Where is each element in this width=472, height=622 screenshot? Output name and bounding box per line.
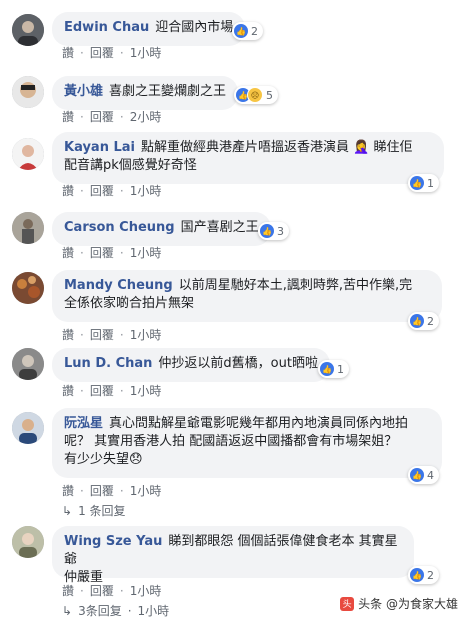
comment-actions: 讚 · 回覆 · 1小時 [62,326,162,343]
comment-author[interactable]: Kayan Lai [64,140,135,155]
like-button[interactable]: 讚 [62,44,74,61]
comment-author[interactable]: Carson Cheung [64,220,175,235]
avatar[interactable] [12,212,44,244]
comment-time[interactable]: 1小時 [130,326,162,343]
avatar[interactable] [12,526,44,558]
reply-time[interactable]: 1小時 [138,602,170,619]
like-reaction-icon: 👍 [320,362,334,376]
comment-text: 国产喜剧之王 [180,220,259,235]
reply-button[interactable]: 回覆 [90,326,114,343]
avatar[interactable] [12,14,44,46]
reaction-count[interactable]: 👍 1 [408,174,439,192]
reply-button[interactable]: 回覆 [90,244,114,261]
comment-bubble: Edwin Chau 迎合國內市場 [52,12,246,46]
reply-button[interactable]: 回覆 [90,582,114,599]
reaction-count[interactable]: 👍 1 [318,360,349,378]
comment-author[interactable]: 黃小雄 [64,84,103,99]
sad-reaction-icon: ☹ [247,87,263,103]
comment-text-line3: 有少少失望😞 [64,452,143,467]
watermark: 头 头条 @为食家大雄 [340,595,458,612]
comment-time[interactable]: 1小時 [130,44,162,61]
comment-text-line2: 呢？ 其實用香港人拍 配國語返返中國播都會有市場架姐？ [64,434,398,449]
comment-time[interactable]: 1小時 [130,182,162,199]
reply-arrow-icon: ↳ [62,503,73,518]
comment-text: 仲抄返以前d舊橋，out晒啦 [158,356,318,371]
view-replies-link[interactable]: ↳ 3条回复 · 1小時 [62,602,169,619]
comment-author[interactable]: 阮泓星 [64,416,103,431]
comment-actions: 讚 · 回覆 · 2小時 [62,108,162,125]
reply-count[interactable]: 3条回复 [78,602,122,619]
comment-text: 以前周星馳好本土,諷刺時弊,苦中作樂,完 [178,278,413,293]
comment-bubble: 黃小雄 喜劇之王變爛劇之王 [52,76,239,110]
like-reaction-icon: 👍 [410,468,424,482]
comment-author[interactable]: Edwin Chau [64,20,149,35]
like-reaction-icon: 👍 [260,224,274,238]
comment-time[interactable]: 1小時 [130,382,162,399]
reply-button[interactable]: 回覆 [90,482,114,499]
comment-actions: 讚 · 回覆 · 1小時 [62,482,162,499]
like-button[interactable]: 讚 [62,582,74,599]
comment-text-line2: 配音講pk個感覺好奇怪 [64,158,197,173]
reaction-count[interactable]: 👍 ☹ 5 [234,86,278,104]
comment-actions: 讚 · 回覆 · 1小時 [62,182,162,199]
like-button[interactable]: 讚 [62,244,74,261]
reaction-count[interactable]: 👍 2 [408,566,439,584]
like-reaction-icon: 👍 [410,176,424,190]
comment-author[interactable]: Wing Sze Yau [64,534,162,549]
watermark-text: 头条 @为食家大雄 [358,597,458,611]
toutiao-logo-icon: 头 [340,596,355,611]
like-reaction-icon: 👍 [410,568,424,582]
reply-button[interactable]: 回覆 [90,108,114,125]
comment-time[interactable]: 1小時 [130,582,162,599]
reply-count[interactable]: 1 条回复 [78,502,125,519]
comment-bubble: Mandy Cheung 以前周星馳好本土,諷刺時弊,苦中作樂,完 全係依家啲合拍… [52,270,442,322]
comment-bubble: Carson Cheung 国产喜剧之王 [52,212,271,246]
comment-text: 真心問點解星爺電影呢幾年都用內地演員同係內地拍 [109,416,409,431]
comment-text: 迎合國內市場 [155,20,234,35]
like-button[interactable]: 讚 [62,182,74,199]
like-button[interactable]: 讚 [62,108,74,125]
like-button[interactable]: 讚 [62,382,74,399]
avatar[interactable] [12,76,44,108]
comment-text: 喜劇之王變爛劇之王 [109,84,227,99]
comment-author[interactable]: Mandy Cheung [64,278,173,293]
comment-actions: 讚 · 回覆 · 1小時 [62,582,162,599]
reaction-count[interactable]: 👍 3 [258,222,289,240]
comment-bubble: Lun D. Chan 仲抄返以前d舊橋，out晒啦 [52,348,330,382]
avatar[interactable] [12,348,44,380]
reaction-count[interactable]: 👍 2 [232,22,263,40]
comment-text: 點解重做經典港產片唔搵返香港演員 🤦‍♀️ 睇住佢 [141,140,413,155]
comment-actions: 讚 · 回覆 · 1小時 [62,44,162,61]
comment-time[interactable]: 1小時 [130,482,162,499]
like-button[interactable]: 讚 [62,326,74,343]
like-reaction-icon: 👍 [234,24,248,38]
avatar[interactable] [12,138,44,170]
reaction-count[interactable]: 👍 2 [408,312,439,330]
comment-actions: 讚 · 回覆 · 1小時 [62,244,162,261]
comment-bubble: Wing Sze Yau 睇到都眼怨 個個話張偉健食老本 其實星爺 仲嚴重 [52,526,414,585]
reply-button[interactable]: 回覆 [90,382,114,399]
like-reaction-icon: 👍 [410,314,424,328]
comment-actions: 讚 · 回覆 · 1小時 [62,382,162,399]
comment-bubble: Kayan Lai 點解重做經典港產片唔搵返香港演員 🤦‍♀️ 睇住佢 配音講pk… [52,132,444,184]
comment-author[interactable]: Lun D. Chan [64,356,152,371]
comment-time[interactable]: 2小時 [130,108,162,125]
avatar[interactable] [12,412,44,444]
comment-text-line2: 全係依家啲合拍片無架 [64,296,195,311]
reply-button[interactable]: 回覆 [90,44,114,61]
reply-button[interactable]: 回覆 [90,182,114,199]
reaction-count[interactable]: 👍 4 [408,466,439,484]
reply-arrow-icon: ↳ [62,603,73,618]
like-button[interactable]: 讚 [62,482,74,499]
view-replies-link[interactable]: ↳ 1 条回复 [62,502,126,519]
comment-bubble: 阮泓星 真心問點解星爺電影呢幾年都用內地演員同係內地拍 呢？ 其實用香港人拍 配國… [52,408,442,478]
avatar[interactable] [12,272,44,304]
comment-time[interactable]: 1小時 [130,244,162,261]
